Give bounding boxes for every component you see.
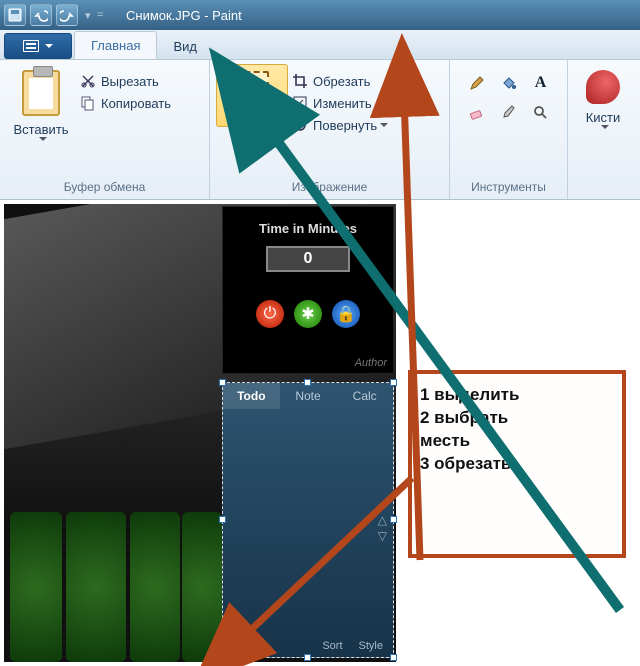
cut-button[interactable]: Вырезать	[76, 70, 175, 92]
scissors-icon	[80, 73, 96, 89]
group-clipboard: Вставить Вырезать Копировать Буфер обмен…	[0, 60, 210, 199]
selection-handle[interactable]	[219, 516, 226, 523]
tool-magnifier[interactable]	[527, 100, 555, 126]
group-tools: A Инструменты	[450, 60, 568, 199]
resize-icon	[292, 95, 308, 111]
gadget-power-button[interactable]: ⏻	[256, 300, 284, 328]
resize-button[interactable]: Изменить	[288, 92, 392, 114]
tool-pencil[interactable]	[463, 70, 491, 96]
chevron-down-icon	[45, 44, 53, 48]
ribbon-tab-strip: Главная Вид	[0, 30, 640, 60]
resize-label: Изменить	[313, 96, 372, 111]
chevron-down-icon	[39, 137, 47, 141]
selection-handle[interactable]	[390, 654, 397, 661]
selection-handle[interactable]	[219, 379, 226, 386]
gadget-author-label: Author	[355, 357, 387, 369]
group-image-label: Изображение	[216, 178, 443, 197]
text-icon: A	[535, 74, 547, 92]
scroll-down-icon[interactable]: ▽	[378, 529, 387, 543]
gadget-lock-button[interactable]: 🔒	[332, 300, 360, 328]
gadget-tab-todo[interactable]: Todo	[223, 383, 280, 409]
crop-icon	[292, 73, 308, 89]
tab-view[interactable]: Вид	[157, 33, 213, 59]
tool-eraser[interactable]	[463, 100, 491, 126]
undo-icon	[34, 8, 48, 22]
copy-button[interactable]: Копировать	[76, 92, 175, 114]
bucket-icon	[500, 74, 518, 92]
crop-button[interactable]: Обрезать	[288, 70, 392, 92]
qat-dropdown-icon[interactable]: ▾	[85, 5, 91, 25]
gadget-style-button[interactable]: Style	[359, 640, 383, 652]
group-brushes: Кисти	[568, 60, 638, 199]
lock-icon: 🔒	[336, 304, 356, 324]
select-label: Выдели	[228, 107, 275, 122]
annotation-box: 1 выделить 2 выбрать месть 3 обрезать	[408, 370, 626, 558]
paste-label: Вставить	[13, 122, 68, 137]
gadget-timer-value: 0	[266, 246, 350, 272]
annotation-line: 1 выделить	[420, 384, 614, 407]
group-brushes-label	[574, 178, 632, 197]
gadget-notes[interactable]: Todo Note Calc △ ▽ Sort Style	[222, 382, 394, 658]
rotate-label: Повернуть	[313, 118, 377, 133]
tool-text[interactable]: A	[527, 70, 555, 96]
window-title: Снимок.JPG - Paint	[126, 8, 242, 23]
redo-icon	[60, 8, 74, 22]
selection-handle[interactable]	[304, 379, 311, 386]
tool-fill[interactable]	[495, 70, 523, 96]
chevron-down-icon	[250, 122, 258, 126]
selection-handle[interactable]	[219, 654, 226, 661]
gadget-timer-title: Time in Minutes	[259, 221, 357, 236]
rotate-icon	[292, 117, 308, 133]
file-menu-icon	[23, 40, 39, 52]
gadget-timer: Time in Minutes 0 ⏻ ✱ 🔒 Author	[222, 206, 394, 374]
annotation-line: 2 выбрать	[420, 407, 614, 430]
rotate-button[interactable]: Повернуть	[288, 114, 392, 136]
gadget-tab-calc[interactable]: Calc	[336, 383, 393, 409]
paste-button[interactable]: Вставить	[6, 64, 76, 141]
power-icon: ⏻	[264, 305, 277, 323]
annotation-line: 3 обрезать	[420, 453, 614, 476]
select-button[interactable]: Выдели	[216, 64, 288, 127]
select-rect-icon	[235, 71, 269, 99]
gadget-tab-note[interactable]: Note	[280, 383, 337, 409]
title-bar: ▾ = Снимок.JPG - Paint	[0, 0, 640, 30]
cut-label: Вырезать	[101, 74, 159, 89]
qat-separator: =	[97, 5, 103, 25]
selection-handle[interactable]	[304, 654, 311, 661]
asterisk-icon: ✱	[301, 304, 314, 324]
clipboard-icon	[22, 70, 60, 116]
qat-save-button[interactable]	[4, 4, 26, 26]
annotation-line: месть	[420, 430, 614, 453]
file-menu-button[interactable]	[4, 33, 72, 59]
pencil-icon	[468, 74, 486, 92]
group-image: Выдели Обрезать Изменить Повернуть	[210, 60, 450, 199]
gadget-sort-button[interactable]: Sort	[322, 640, 342, 652]
group-tools-label: Инструменты	[456, 178, 561, 197]
tab-home[interactable]: Главная	[74, 31, 157, 59]
eyedropper-icon	[500, 104, 518, 122]
gadget-start-button[interactable]: ✱	[294, 300, 322, 328]
eraser-icon	[468, 104, 486, 122]
copy-icon	[80, 95, 96, 111]
brushes-button[interactable]: Кисти	[577, 64, 629, 129]
scroll-up-icon[interactable]: △	[378, 513, 387, 527]
chevron-down-icon	[380, 123, 388, 127]
selection-handle[interactable]	[390, 516, 397, 523]
group-clipboard-label: Буфер обмена	[6, 178, 203, 197]
magnifier-icon	[532, 104, 550, 122]
canvas-area[interactable]: Time in Minutes 0 ⏻ ✱ 🔒 Author Todo Note…	[0, 200, 640, 666]
brush-icon	[586, 70, 620, 104]
selection-handle[interactable]	[390, 379, 397, 386]
crop-label: Обрезать	[313, 74, 370, 89]
brushes-label: Кисти	[586, 110, 621, 125]
save-icon	[8, 8, 22, 22]
chevron-down-icon	[601, 125, 609, 129]
qat-undo-button[interactable]	[30, 4, 52, 26]
copy-label: Копировать	[101, 96, 171, 111]
ribbon: Вставить Вырезать Копировать Буфер обмен…	[0, 60, 640, 200]
tool-picker[interactable]	[495, 100, 523, 126]
qat-redo-button[interactable]	[56, 4, 78, 26]
